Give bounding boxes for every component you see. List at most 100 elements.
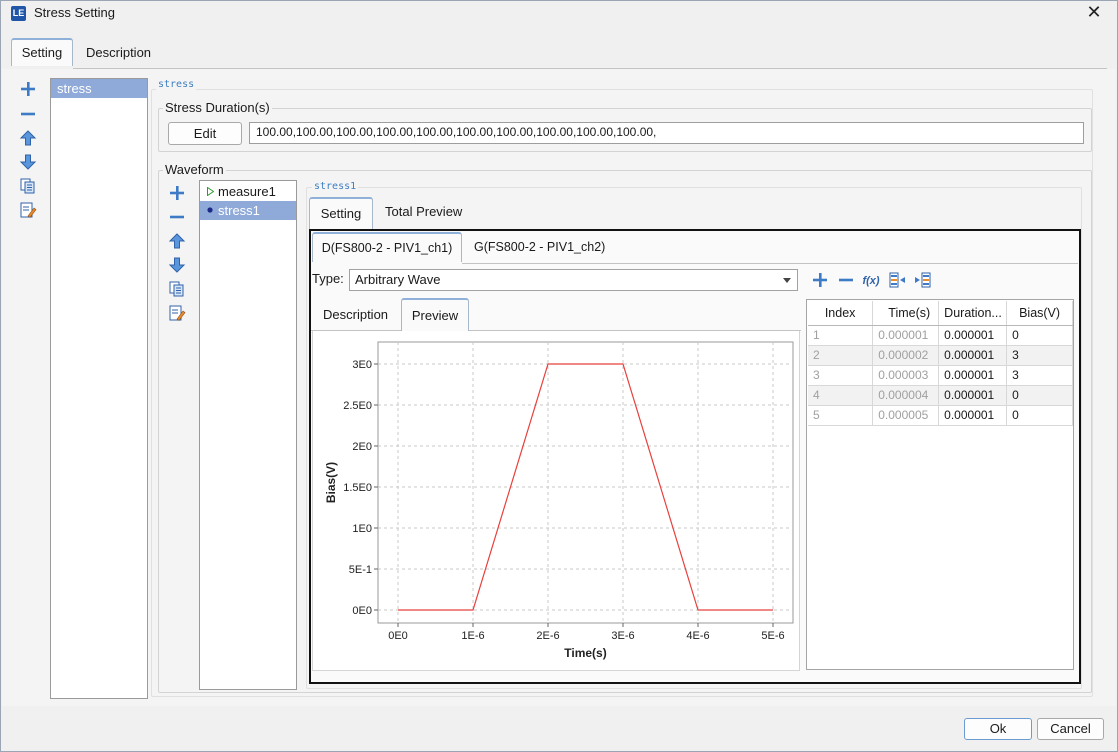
title-bar: LE Stress Setting ✕ bbox=[0, 0, 1118, 28]
y-tick-label: 1.5E0 bbox=[343, 482, 372, 494]
tab-channel-g[interactable]: G(FS800-2 - PIV1_ch2) bbox=[464, 234, 615, 262]
bias-chart: 0E0 1E-6 2E-6 3E-6 4E-6 5E-6 0E0 5E-1 1E0 1.5E0 2E… bbox=[324, 341, 794, 660]
move-up-waveform-button[interactable] bbox=[168, 232, 186, 250]
tab-waveform-setting[interactable]: Setting bbox=[309, 197, 373, 229]
cell-index: 5 bbox=[808, 405, 874, 426]
durations-field[interactable]: 100.00,100.00,100.00,100.00,100.00,100.0… bbox=[249, 122, 1084, 144]
copy-waveform-button[interactable] bbox=[168, 280, 186, 298]
remove-waveform-button[interactable] bbox=[168, 208, 186, 226]
y-tick-label: 2.5E0 bbox=[343, 400, 372, 412]
play-triangle-icon bbox=[207, 187, 214, 196]
insert-before-button[interactable] bbox=[888, 271, 906, 289]
cell-time: 0.000001 bbox=[872, 325, 940, 346]
x-axis-title: Time(s) bbox=[564, 646, 606, 660]
copy-icon bbox=[169, 281, 184, 297]
cell-index: 3 bbox=[808, 365, 874, 386]
cell-bias[interactable]: 0 bbox=[1006, 385, 1073, 406]
insert-after-button[interactable] bbox=[914, 271, 932, 289]
edit-icon bbox=[169, 305, 186, 321]
stress-list-item[interactable]: stress bbox=[51, 79, 147, 98]
tab-wave-preview[interactable]: Preview bbox=[401, 298, 469, 331]
channel-tab-divider bbox=[462, 263, 1078, 264]
remove-row-icon bbox=[839, 278, 853, 282]
type-select[interactable]: Arbitrary Wave bbox=[349, 269, 798, 291]
cell-bias[interactable]: 3 bbox=[1006, 345, 1073, 366]
add-waveform-button[interactable] bbox=[168, 184, 186, 202]
cell-bias[interactable]: 0 bbox=[1006, 325, 1073, 346]
add-row-icon bbox=[813, 273, 827, 287]
cell-duration[interactable]: 0.000001 bbox=[938, 385, 1008, 406]
table-row[interactable]: 2 0.000002 0.000001 3 bbox=[808, 345, 1073, 366]
copy-icon bbox=[20, 178, 35, 194]
column-header-duration[interactable]: Duration... bbox=[938, 301, 1008, 326]
edit-waveform-button[interactable] bbox=[168, 304, 186, 322]
cell-duration[interactable]: 0.000001 bbox=[938, 345, 1008, 366]
x-tick-label: 0E0 bbox=[388, 630, 408, 642]
cell-duration[interactable]: 0.000001 bbox=[938, 325, 1008, 346]
cell-index: 4 bbox=[808, 385, 874, 406]
edit-stress-button[interactable] bbox=[19, 201, 37, 219]
table-row[interactable]: 1 0.000001 0.000001 0 bbox=[808, 325, 1073, 346]
y-tick-label: 1E0 bbox=[352, 523, 372, 535]
function-icon: f(x) bbox=[862, 275, 880, 287]
move-up-stress-button[interactable] bbox=[19, 129, 37, 147]
move-down-stress-button[interactable] bbox=[19, 153, 37, 171]
cell-index: 1 bbox=[808, 325, 874, 346]
table-row[interactable]: 3 0.000003 0.000001 3 bbox=[808, 365, 1073, 386]
edit-icon bbox=[20, 202, 37, 218]
remove-row-button[interactable] bbox=[837, 271, 855, 289]
remove-stress-button[interactable] bbox=[19, 105, 37, 123]
cell-duration[interactable]: 0.000001 bbox=[938, 365, 1008, 386]
tab-description[interactable]: Description bbox=[76, 40, 161, 68]
type-label: Type: bbox=[312, 271, 344, 286]
cell-time: 0.000002 bbox=[872, 345, 940, 366]
waveform-item-stress1[interactable]: stress1 bbox=[200, 201, 296, 220]
y-tick-label: 5E-1 bbox=[349, 564, 372, 576]
stress-list: stress bbox=[50, 78, 148, 699]
x-tick-label: 2E-6 bbox=[536, 630, 559, 642]
waveform-detail-title: stress1 bbox=[312, 181, 359, 192]
y-tick-label: 2E0 bbox=[352, 441, 372, 453]
function-button[interactable]: f(x) bbox=[862, 271, 880, 289]
cell-bias[interactable]: 3 bbox=[1006, 365, 1073, 386]
remove-icon bbox=[21, 112, 35, 116]
tab-wave-description[interactable]: Description bbox=[313, 302, 398, 330]
move-down-icon bbox=[19, 154, 37, 170]
cell-time: 0.000005 bbox=[872, 405, 940, 426]
copy-stress-button[interactable] bbox=[19, 177, 37, 195]
cancel-button[interactable]: Cancel bbox=[1037, 718, 1104, 740]
edit-durations-button[interactable]: Edit bbox=[168, 122, 242, 145]
insert-before-icon bbox=[889, 272, 905, 288]
ok-button[interactable]: Ok bbox=[964, 718, 1032, 740]
stress-section-title: stress bbox=[156, 79, 197, 90]
move-up-icon bbox=[168, 233, 186, 249]
tab-setting[interactable]: Setting bbox=[11, 38, 73, 66]
type-select-value: Arbitrary Wave bbox=[355, 272, 441, 287]
tab-total-preview[interactable]: Total Preview bbox=[375, 199, 472, 227]
chevron-down-icon bbox=[783, 278, 791, 283]
waveform-item-label: stress1 bbox=[218, 203, 260, 218]
column-header-time[interactable]: Time(s) bbox=[872, 301, 940, 326]
window-title: Stress Setting bbox=[34, 5, 115, 20]
table-row[interactable]: 4 0.000004 0.000001 0 bbox=[808, 385, 1073, 406]
column-header-index[interactable]: Index bbox=[808, 301, 874, 326]
cell-bias[interactable]: 0 bbox=[1006, 405, 1073, 426]
add-row-button[interactable] bbox=[811, 271, 829, 289]
dot-icon bbox=[207, 207, 213, 213]
cell-duration[interactable]: 0.000001 bbox=[938, 405, 1008, 426]
waveform-item-measure1[interactable]: measure1 bbox=[200, 182, 296, 201]
add-stress-button[interactable] bbox=[19, 80, 37, 98]
move-down-icon bbox=[168, 257, 186, 273]
column-header-bias[interactable]: Bias(V) bbox=[1006, 301, 1073, 326]
y-tick-label: 3E0 bbox=[352, 359, 372, 371]
tab-channel-d[interactable]: D(FS800-2 - PIV1_ch1) bbox=[312, 232, 462, 262]
waveform-item-label: measure1 bbox=[218, 184, 276, 199]
close-button[interactable]: ✕ bbox=[1083, 1, 1105, 23]
cell-time: 0.000004 bbox=[872, 385, 940, 406]
waveform-title: Waveform bbox=[163, 162, 226, 177]
x-tick-label: 4E-6 bbox=[686, 630, 709, 642]
move-up-icon bbox=[19, 130, 37, 146]
move-down-waveform-button[interactable] bbox=[168, 256, 186, 274]
table-row[interactable]: 5 0.000005 0.000001 0 bbox=[808, 405, 1073, 426]
waveform-list: measure1 stress1 bbox=[199, 180, 297, 690]
